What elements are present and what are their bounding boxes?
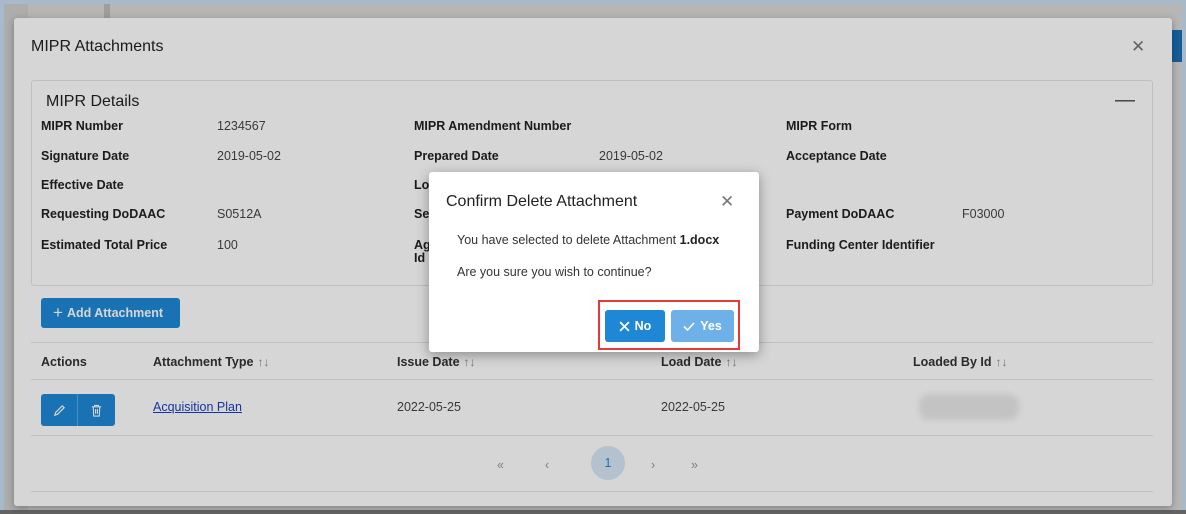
- confirm-message: You have selected to delete Attachment 1…: [457, 233, 719, 247]
- confirm-question: Are you sure you wish to continue?: [457, 265, 652, 279]
- no-button[interactable]: No: [605, 310, 665, 342]
- yes-button[interactable]: Yes: [671, 310, 734, 342]
- x-icon: [619, 320, 630, 332]
- yes-label: Yes: [700, 319, 722, 333]
- check-icon: [683, 321, 695, 331]
- close-icon[interactable]: ✕: [720, 193, 734, 211]
- confirm-message-prefix: You have selected to delete Attachment: [457, 233, 677, 247]
- confirm-file-name: 1.docx: [679, 233, 720, 247]
- no-label: No: [634, 319, 652, 333]
- confirm-title: Confirm Delete Attachment: [446, 193, 638, 210]
